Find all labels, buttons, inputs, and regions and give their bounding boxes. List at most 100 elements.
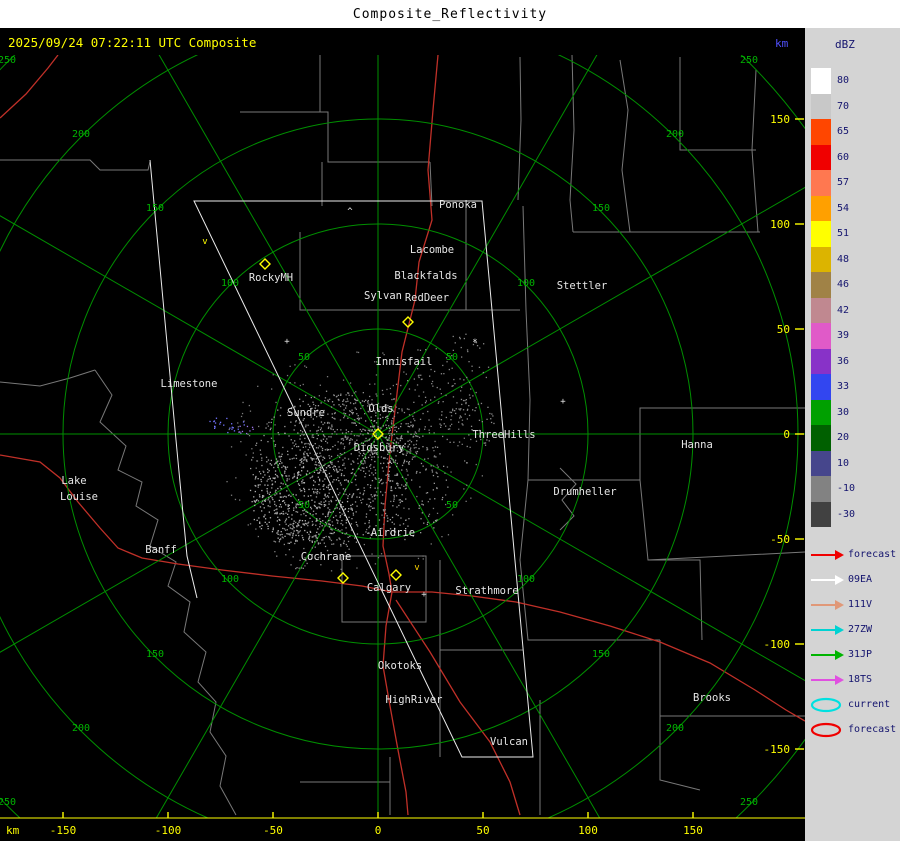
city-label: Lacombe bbox=[410, 244, 454, 256]
scale-swatch bbox=[811, 144, 831, 170]
scale-value-label: 42 bbox=[837, 304, 850, 316]
scale-value-label: 48 bbox=[837, 253, 850, 265]
ring-distance-label: 250 bbox=[0, 797, 16, 808]
ring-distance-label: 100 bbox=[221, 574, 239, 585]
scale-row: 39 bbox=[811, 323, 897, 349]
city-label: Lake bbox=[61, 475, 86, 487]
scale-value-label: 51 bbox=[837, 228, 850, 240]
scale-row: 70 bbox=[811, 93, 897, 119]
scale-row: 65 bbox=[811, 119, 897, 145]
scale-row: 36 bbox=[811, 348, 897, 374]
axes: -150 -100 -50 0 50 100 150 150 100 50 0 -50 -100 -150… bbox=[0, 37, 805, 837]
legend-item-label: 09EA bbox=[848, 574, 873, 585]
ring-distance-label: 200 bbox=[72, 723, 90, 734]
ring-distance-label: 50 bbox=[446, 352, 458, 363]
radar-site-diamond-icon bbox=[337, 572, 349, 584]
city-labels: Ponoka Lacombe Blackfalds Sylvan RedDeer Stet… bbox=[60, 199, 731, 748]
scale-value-label: 80 bbox=[837, 75, 850, 87]
scale-row: 10 bbox=[811, 450, 897, 476]
scale-swatch bbox=[811, 246, 831, 272]
x-tick-label: -100 bbox=[155, 824, 182, 837]
scale-swatch bbox=[811, 476, 831, 502]
scale-value-label: 30 bbox=[837, 406, 850, 418]
scale-row: 33 bbox=[811, 374, 897, 400]
legend-item-label: forecast bbox=[848, 549, 897, 560]
city-label: Okotoks bbox=[378, 660, 422, 672]
scale-row: -30 bbox=[811, 501, 897, 527]
scale-row: 80 bbox=[811, 68, 897, 94]
y-tick-label: 0 bbox=[783, 428, 790, 441]
ring-distance-label: 200 bbox=[666, 129, 684, 140]
legend-item: forecast bbox=[809, 717, 899, 742]
dbz-scale-title: dBZ bbox=[835, 38, 855, 51]
city-label: Vulcan bbox=[490, 736, 528, 748]
ring-distance-label: 50 bbox=[446, 500, 458, 511]
city-label: HighRiver bbox=[386, 694, 443, 706]
y-tick-label: -150 bbox=[764, 743, 791, 756]
point-marker: * bbox=[472, 338, 477, 348]
ring-distance-label: 100 bbox=[517, 278, 535, 289]
ring-distance-label: 250 bbox=[740, 797, 758, 808]
x-tick-label: 50 bbox=[476, 824, 489, 837]
scale-row: -10 bbox=[811, 476, 897, 502]
city-label: Hanna bbox=[681, 439, 713, 451]
city-label: Strathmore bbox=[455, 585, 518, 597]
legend-item-label: 31JP bbox=[848, 649, 873, 660]
x-tick-label: -150 bbox=[50, 824, 77, 837]
legend-item: forecast bbox=[809, 542, 899, 567]
map-clip-group bbox=[0, 55, 805, 818]
city-label: Calgary bbox=[367, 582, 411, 594]
scale-value-label: 33 bbox=[837, 381, 850, 393]
ring-distance-label: 100 bbox=[517, 574, 535, 585]
point-marker: ^ bbox=[387, 461, 393, 471]
scale-row: 51 bbox=[811, 221, 897, 247]
city-label: Banff bbox=[145, 544, 177, 556]
ring-distance-label: 250 bbox=[0, 55, 16, 66]
scale-swatch bbox=[811, 348, 831, 374]
legend-item: 31JP bbox=[809, 642, 899, 667]
track-legend: forecast 09EA 111V 27ZW 31JP 18TS current forec… bbox=[809, 542, 899, 742]
scale-swatch bbox=[811, 272, 831, 298]
radar-site-diamond-icon bbox=[390, 569, 402, 581]
point-marker: · bbox=[464, 459, 469, 469]
point-marker: + bbox=[560, 397, 566, 407]
scale-value-label: 70 bbox=[837, 100, 850, 112]
city-label: Louise bbox=[60, 491, 98, 503]
legend-sidebar: dBZ 80 70 65 60 57 54 51 48 46 42 39 36 33 30 20 10 -10 -… bbox=[805, 28, 900, 841]
coverage-outlines bbox=[149, 159, 534, 758]
legend-item-label: 27ZW bbox=[848, 624, 873, 635]
scale-value-label: 54 bbox=[837, 202, 850, 214]
ring-distance-label: 200 bbox=[72, 129, 90, 140]
km-unit-label-bottom: km bbox=[6, 824, 20, 837]
scale-swatch bbox=[811, 501, 831, 527]
track-arrow-icon bbox=[811, 599, 844, 610]
scale-swatch bbox=[811, 170, 831, 196]
legend-item-label: forecast bbox=[848, 724, 897, 735]
city-label: Sundre bbox=[287, 407, 325, 419]
city-label: Drumheller bbox=[553, 486, 616, 498]
y-tick-label: -100 bbox=[764, 638, 791, 651]
ring-distance-label: 150 bbox=[592, 203, 610, 214]
track-arrow-icon bbox=[811, 674, 844, 685]
city-label: Cochrane bbox=[301, 551, 352, 563]
scale-value-label: 65 bbox=[837, 126, 850, 138]
ring-distance-label: 200 bbox=[666, 723, 684, 734]
scale-swatch bbox=[811, 297, 831, 323]
scale-swatch bbox=[811, 425, 831, 451]
x-tick-label: 150 bbox=[683, 824, 703, 837]
scale-swatch bbox=[811, 195, 831, 221]
dbz-color-scale: 80 70 65 60 57 54 51 48 46 42 39 36 33 30 20 10 -10 -30 bbox=[811, 68, 897, 527]
radar-svg: 50 50 50 50 100 100 100 100 150 150 150 150 200 200 20… bbox=[0, 37, 805, 837]
scale-row: 46 bbox=[811, 272, 897, 298]
scale-row: 48 bbox=[811, 246, 897, 272]
ring-distance-label: 50 bbox=[298, 500, 310, 511]
scale-row: 20 bbox=[811, 425, 897, 451]
legend-item: 09EA bbox=[809, 567, 899, 592]
track-arrow-icon bbox=[811, 574, 844, 585]
city-label: Didsbury bbox=[354, 442, 405, 454]
radar-site-diamond-icon bbox=[259, 258, 271, 270]
scale-value-label: -30 bbox=[837, 508, 856, 520]
city-label: Sylvan bbox=[364, 290, 402, 302]
scale-value-label: 10 bbox=[837, 457, 850, 469]
city-label: Limestone bbox=[161, 378, 218, 390]
